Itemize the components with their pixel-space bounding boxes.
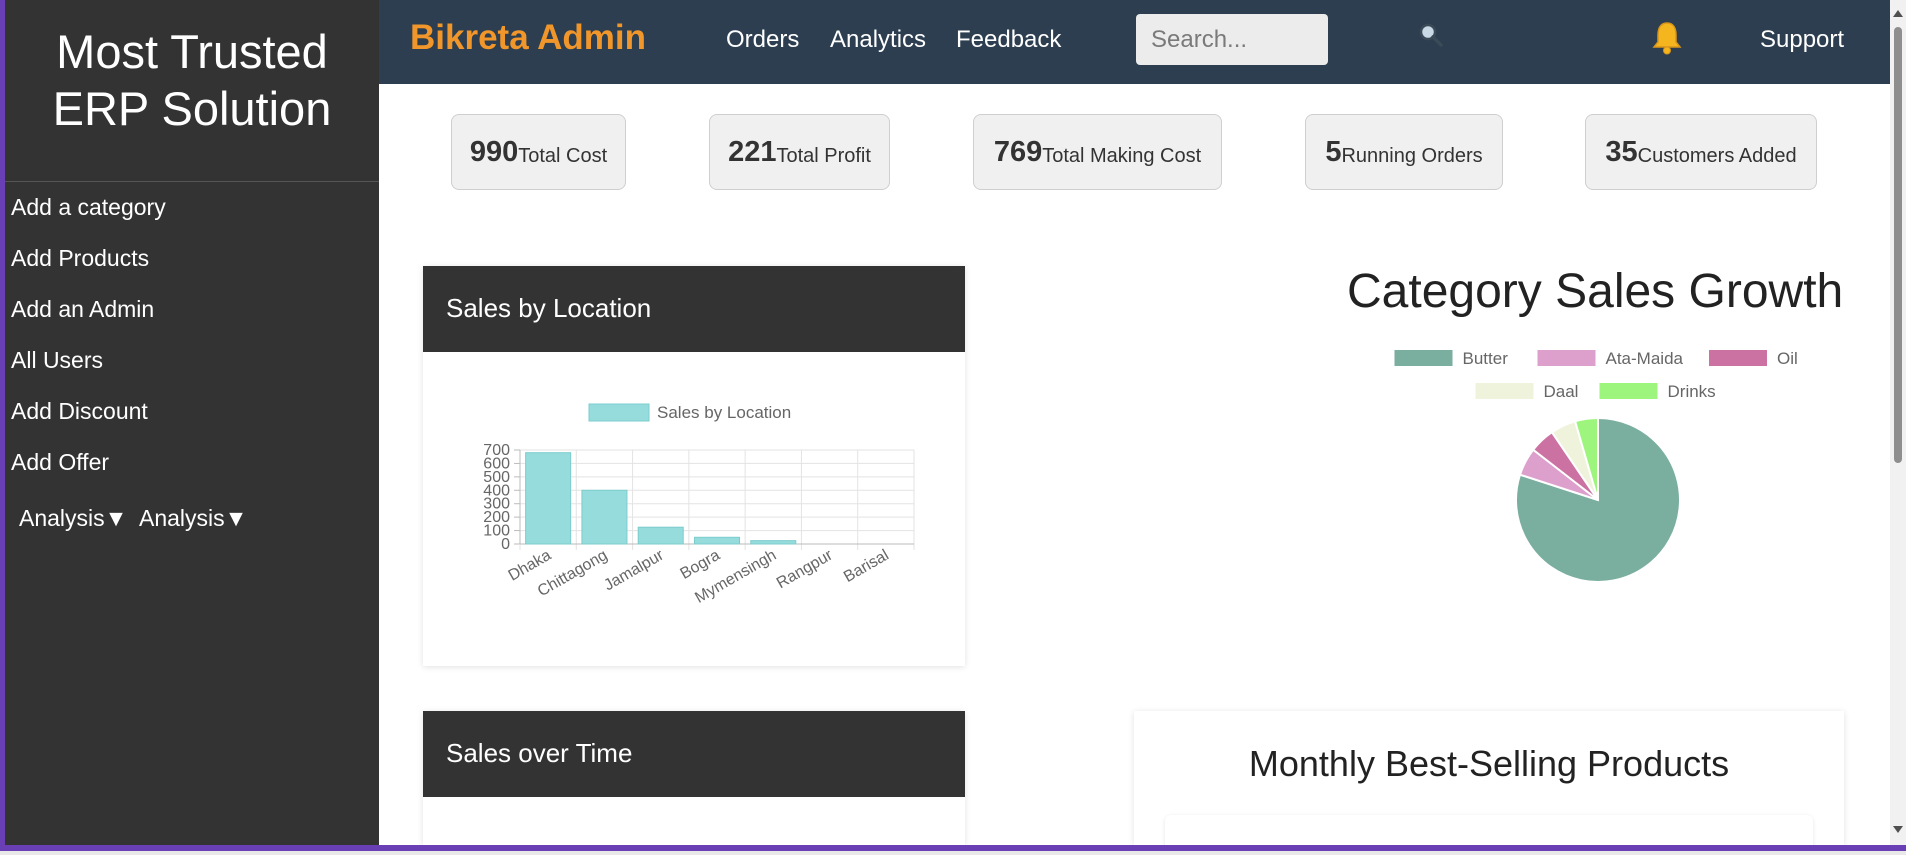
nav-link-orders[interactable]: Orders (726, 26, 799, 54)
top-navbar: Bikreta Admin Orders Analytics Feedback … (379, 0, 1890, 84)
category-sales-growth-title: Category Sales Growth (1347, 265, 1844, 318)
sidebar: Most Trusted ERP Solution Add a category… (5, 0, 379, 845)
bar (581, 489, 628, 545)
bar (637, 526, 684, 545)
bar (693, 536, 741, 545)
nav-brand[interactable]: Bikreta Admin (410, 18, 646, 58)
legend-label: Drinks (1668, 382, 1716, 401)
stat-card-total-making-cost: 769 Total Making Cost (973, 114, 1222, 190)
nav-link-support[interactable]: Support (1760, 26, 1844, 54)
legend-swatch (1709, 350, 1767, 366)
x-tick-label: Rangpur (774, 546, 836, 592)
stat-value: 769 (993, 135, 1043, 168)
legend-label: Daal (1544, 382, 1579, 401)
analysis-dropdown-1[interactable]: Analysis▼ (19, 505, 127, 532)
sidebar-title: Most Trusted ERP Solution (5, 0, 379, 137)
nav-link-analytics[interactable]: Analytics (830, 26, 926, 54)
stat-label: Customers Added (1637, 144, 1797, 167)
scroll-thumb[interactable] (1894, 27, 1902, 463)
sidebar-brand: Most Trusted ERP Solution (5, 0, 379, 182)
y-tick-label: 700 (483, 442, 510, 459)
sales-over-time-card: Sales over Time (423, 711, 965, 845)
legend-swatch (1394, 350, 1453, 366)
stat-label: Total Cost (518, 144, 608, 167)
sidebar-item-all-users[interactable]: All Users (11, 347, 103, 374)
sidebar-title-line1: Most Trusted (56, 25, 328, 78)
scroll-up-arrow-icon[interactable] (1893, 10, 1903, 17)
stat-card-total-cost: 990 Total Cost (451, 114, 626, 190)
monthly-best-selling-card: Monthly Best-Selling Products (1134, 711, 1844, 855)
sidebar-item-add-discount[interactable]: Add Discount (11, 398, 148, 425)
bar (750, 540, 797, 545)
page-scrollbar[interactable] (1890, 0, 1906, 845)
legend-label: Ata-Maida (1606, 349, 1684, 368)
stat-card-customers-added: 35 Customers Added (1585, 114, 1817, 190)
scroll-down-arrow-icon[interactable] (1893, 826, 1903, 833)
stat-value: 990 (469, 135, 519, 168)
card-title: Sales over Time (423, 711, 965, 797)
x-tick-label: Barisal (841, 547, 892, 586)
stat-label: Running Orders (1341, 144, 1483, 167)
legend-label: Sales by Location (657, 403, 791, 422)
legend-label: Oil (1777, 349, 1798, 368)
category-sales-growth-chart: Butter Ata-Maida Oil Daal Drinks (1394, 349, 1798, 583)
legend-swatch (1475, 383, 1534, 399)
stat-value: 221 (728, 135, 777, 168)
bell-icon[interactable] (1651, 20, 1683, 63)
stat-card-total-profit: 221 Total Profit (709, 114, 890, 190)
sidebar-title-line2: ERP Solution (52, 82, 332, 135)
card-title: Sales by Location (423, 266, 965, 352)
card-title: Monthly Best-Selling Products (1248, 743, 1730, 784)
search-icon[interactable] (1418, 22, 1444, 55)
legend-swatch (1599, 383, 1658, 399)
stat-card-running-orders: 5 Running Orders (1305, 114, 1503, 190)
nav-link-feedback[interactable]: Feedback (956, 26, 1061, 54)
legend-label: Butter (1463, 349, 1509, 368)
sidebar-item-add-products[interactable]: Add Products (11, 245, 149, 272)
stat-value: 5 (1325, 135, 1342, 168)
sidebar-item-add-offer[interactable]: Add Offer (11, 449, 109, 476)
search-input[interactable] (1136, 14, 1328, 65)
legend-swatch (588, 403, 650, 422)
sidebar-item-add-category[interactable]: Add a category (11, 194, 166, 221)
stat-value: 35 (1605, 135, 1638, 168)
legend-swatch (1537, 350, 1596, 366)
sales-by-location-card: Sales by Location Sales by Location 0 100 2… (423, 266, 965, 666)
stat-label: Total Making Cost (1042, 144, 1202, 167)
taskbar-strip (0, 851, 1906, 855)
analysis-dropdown-2[interactable]: Analysis▼ (139, 505, 247, 532)
x-tick-label: Jamalpur (601, 546, 667, 594)
stat-label: Total Profit (776, 144, 871, 167)
sidebar-item-add-admin[interactable]: Add an Admin (11, 296, 154, 323)
sales-by-location-chart: Sales by Location0100200300400500600700D… (483, 403, 915, 607)
bar (525, 452, 572, 545)
